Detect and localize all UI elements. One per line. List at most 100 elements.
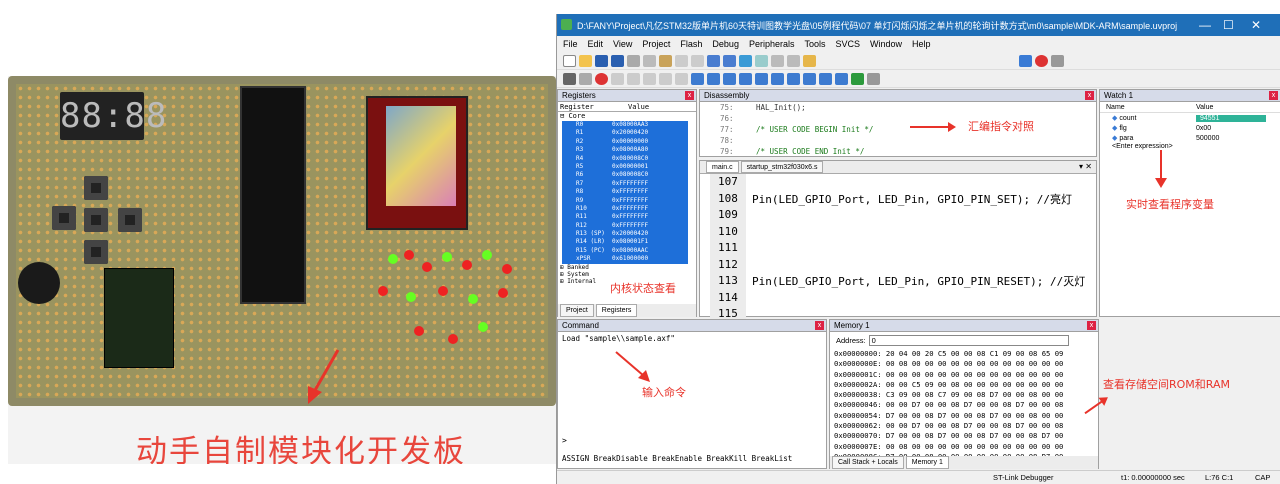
breakpoint-icon[interactable] <box>1035 54 1048 67</box>
memory-line[interactable]: 0x00000046: 00 00 D7 00 00 08 D7 00 00 0… <box>834 400 1098 410</box>
menu-edit[interactable]: Edit <box>588 39 604 49</box>
redo-icon[interactable] <box>691 54 704 67</box>
reg-group-system[interactable]: ⊞ System <box>558 271 696 278</box>
menu-debug[interactable]: Debug <box>712 39 739 49</box>
memory-line[interactable]: 0x0000002A: 00 00 C5 09 00 08 00 00 00 0… <box>834 380 1098 390</box>
code-area[interactable]: 107 108 Pin(LED_GPIO_Port, LED_Pin, GPIO_P… <box>700 174 1096 323</box>
address-input[interactable]: 0 <box>868 335 1069 346</box>
register-row[interactable]: R2 0x00000000 <box>562 137 688 147</box>
command-window-icon[interactable] <box>691 72 704 85</box>
system-viewer-icon[interactable] <box>851 72 864 85</box>
undo-icon[interactable] <box>675 54 688 67</box>
memory-line[interactable]: 0x0000001C: 00 00 00 00 00 00 00 00 00 0… <box>834 370 1098 380</box>
toolbox-icon[interactable] <box>867 72 880 85</box>
register-row[interactable]: R9 0xFFFFFFFF <box>562 196 688 205</box>
step-out-icon[interactable] <box>643 72 656 85</box>
register-row[interactable]: R8 0xFFFFFFFF <box>562 188 688 197</box>
register-row[interactable]: R5 0x00000001 <box>562 162 688 172</box>
memory-line[interactable]: 0x0000000E: 00 08 00 00 00 00 00 00 00 0… <box>834 359 1098 369</box>
reg-group-banked[interactable]: ⊞ Banked <box>558 264 696 271</box>
menu-flash[interactable]: Flash <box>680 39 702 49</box>
analysis-window-icon[interactable] <box>819 72 832 85</box>
memory-line[interactable]: 0x00000038: C3 09 00 08 C7 09 00 08 D7 0… <box>834 390 1098 400</box>
serial-window-icon[interactable] <box>803 72 816 85</box>
tab-project[interactable]: Project <box>560 304 594 317</box>
disassembly-line[interactable]: 77:/* USER CODE BEGIN Init */ <box>720 124 1096 135</box>
close-icon[interactable]: x <box>1087 321 1096 330</box>
run-icon[interactable] <box>579 72 592 85</box>
close-icon[interactable]: ▾ ✕ <box>1079 162 1092 171</box>
tab-startup-s[interactable]: startup_stm32f030x6.s <box>740 161 824 173</box>
close-icon[interactable]: x <box>1085 91 1094 100</box>
command-prompt[interactable]: > <box>562 436 567 445</box>
stop-icon[interactable] <box>595 72 608 85</box>
tab-memory-1[interactable]: Memory 1 <box>905 456 949 469</box>
new-file-icon[interactable] <box>563 54 576 67</box>
close-icon[interactable]: x <box>815 321 824 330</box>
col-register[interactable]: Register <box>558 103 622 111</box>
menu-window[interactable]: Window <box>870 39 902 49</box>
run-to-cursor-icon[interactable] <box>659 72 672 85</box>
disassembly-line[interactable]: 75: HAL_Init(); <box>720 102 1096 113</box>
menu-svcs[interactable]: SVCS <box>836 39 861 49</box>
tab-main-c[interactable]: main.c <box>706 161 739 173</box>
enter-expression[interactable]: <Enter expression> <box>1100 143 1280 153</box>
tab-registers[interactable]: Registers <box>595 304 638 317</box>
paste-icon[interactable] <box>659 54 672 67</box>
col-value[interactable]: Value <box>622 103 649 111</box>
code-line[interactable]: 111 <box>710 240 1096 257</box>
menu-help[interactable]: Help <box>912 39 931 49</box>
show-next-icon[interactable] <box>675 72 688 85</box>
back-icon[interactable] <box>707 54 720 67</box>
disassembly-window-icon[interactable] <box>707 72 720 85</box>
register-row[interactable]: xPSR 0x61000000 <box>562 255 688 264</box>
step-over-icon[interactable] <box>627 72 640 85</box>
disassembly-line[interactable]: 79:/* USER CODE END Init */ <box>720 146 1096 157</box>
memory-line[interactable]: 0x00000070: D7 00 00 08 D7 00 00 08 D7 0… <box>834 431 1098 441</box>
registers-window-icon[interactable] <box>739 72 752 85</box>
code-line[interactable]: 112 <box>710 256 1096 273</box>
settings-icon[interactable] <box>1051 54 1064 67</box>
menu-project[interactable]: Project <box>642 39 670 49</box>
col-name[interactable]: Name <box>1100 104 1196 111</box>
register-row[interactable]: R4 0x080008C0 <box>562 154 688 163</box>
code-line[interactable]: 108 Pin(LED_GPIO_Port, LED_Pin, GPIO_PIN_… <box>710 190 1096 207</box>
code-line[interactable]: 114 <box>710 289 1096 306</box>
memory-window-icon[interactable] <box>787 72 800 85</box>
disassembly-line[interactable]: 78: <box>720 135 1096 146</box>
col-value[interactable]: Value <box>1196 104 1213 111</box>
find-icon[interactable] <box>755 54 768 67</box>
forward-icon[interactable] <box>723 54 736 67</box>
menu-peripherals[interactable]: Peripherals <box>749 39 795 49</box>
watch-row[interactable]: ◆ count 94551 <box>1100 113 1280 123</box>
reg-group-core[interactable]: ⊟ Core <box>558 112 696 121</box>
symbols-window-icon[interactable] <box>723 72 736 85</box>
reset-icon[interactable] <box>563 72 576 85</box>
minimize-icon[interactable]: — <box>1199 18 1211 32</box>
code-line[interactable]: 113 Pin(LED_GPIO_Port, LED_Pin, GPIO_PIN_… <box>710 273 1096 290</box>
copy-icon[interactable] <box>643 54 656 67</box>
call-stack-icon[interactable] <box>755 72 768 85</box>
memory-line[interactable]: 0x00000054: D7 00 00 08 D7 00 00 08 D7 0… <box>834 411 1098 421</box>
register-row[interactable]: R1 0x20000420 <box>562 129 688 138</box>
watch-row[interactable]: ◆ flg 0x00 <box>1100 123 1280 133</box>
trace-window-icon[interactable] <box>835 72 848 85</box>
step-in-icon[interactable] <box>611 72 624 85</box>
memory-line[interactable]: 0x00000062: 00 00 D7 00 00 08 D7 00 00 0… <box>834 421 1098 431</box>
close-icon[interactable]: ✕ <box>1251 18 1261 32</box>
watch-row[interactable]: ◆ para 500000 <box>1100 133 1280 143</box>
menu-tools[interactable]: Tools <box>804 39 825 49</box>
comment-icon[interactable] <box>787 54 800 67</box>
memory-line[interactable]: 0x00000000: 20 04 00 20 C5 00 00 08 C1 0… <box>834 349 1098 359</box>
watch-window-icon[interactable] <box>771 72 784 85</box>
register-row[interactable]: R0 0x08000AA3 <box>562 121 688 130</box>
indent-icon[interactable] <box>771 54 784 67</box>
open-folder-icon[interactable] <box>579 54 592 67</box>
save-icon[interactable] <box>595 54 608 67</box>
bookmark-icon[interactable] <box>739 54 752 67</box>
register-row[interactable]: R15 (PC) 0x08000AAC <box>562 246 688 256</box>
memory-line[interactable]: 0x0000007E: 00 08 00 00 00 00 00 00 00 0… <box>834 442 1098 452</box>
register-row[interactable]: R14 (LR) 0x080001F1 <box>562 238 688 247</box>
build-target-icon[interactable] <box>803 54 816 67</box>
register-row[interactable]: R12 0xFFFFFFFF <box>562 221 688 231</box>
